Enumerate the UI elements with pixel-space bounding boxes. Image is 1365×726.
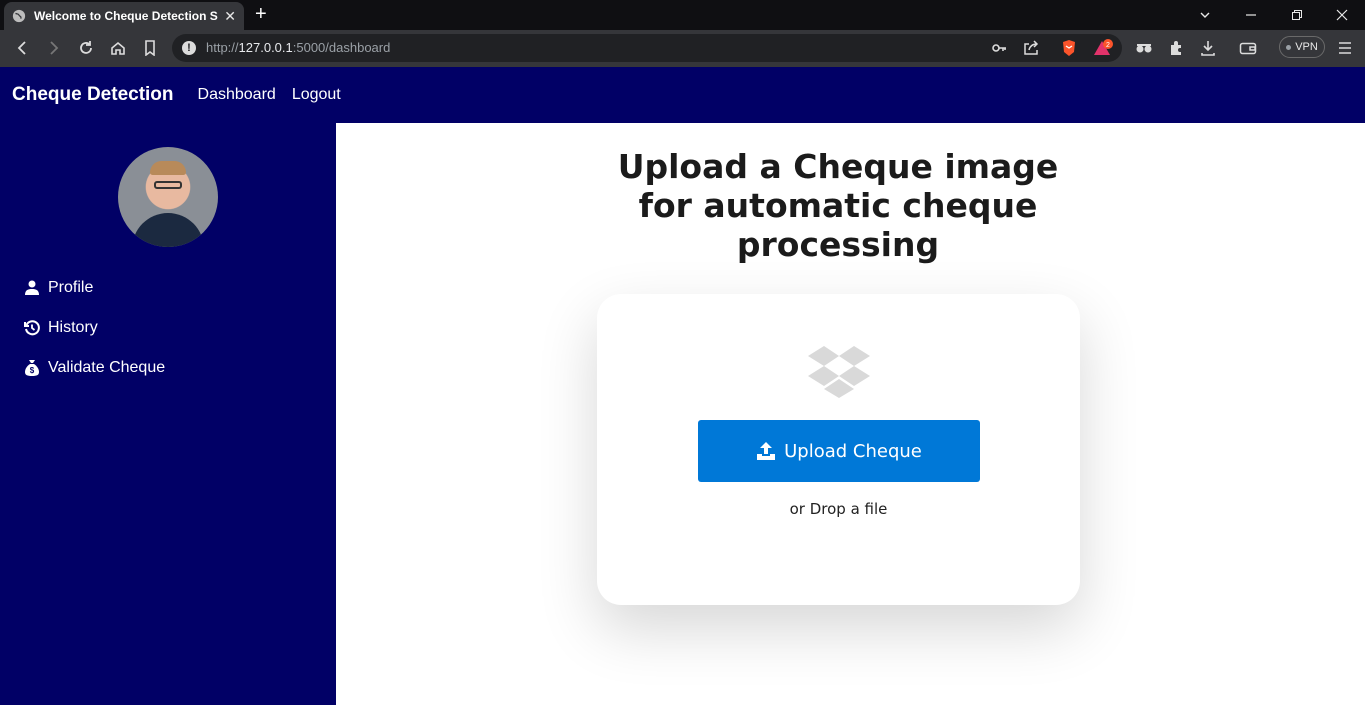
site-info-icon[interactable]: ! <box>182 41 196 55</box>
new-tab-button[interactable]: + <box>255 4 267 24</box>
sidebar-item-validate-cheque[interactable]: $ Validate Cheque <box>24 359 165 377</box>
brave-rewards-icon[interactable]: 2 <box>1093 38 1113 58</box>
extensions-icon[interactable] <box>1166 38 1186 58</box>
home-icon[interactable] <box>108 38 128 58</box>
svg-text:$: $ <box>30 366 35 375</box>
sidebar-item-label: Validate Cheque <box>48 359 166 376</box>
upload-icon <box>757 442 776 460</box>
tab-search-icon[interactable] <box>1182 0 1228 30</box>
brand-title[interactable]: Cheque Detection <box>12 84 174 106</box>
avatar <box>118 147 218 247</box>
reload-icon[interactable] <box>76 38 96 58</box>
close-tab-icon[interactable]: ✕ <box>224 8 236 25</box>
back-icon[interactable] <box>12 38 32 58</box>
nav-link-logout[interactable]: Logout <box>292 86 341 104</box>
bookmark-icon[interactable] <box>140 38 160 58</box>
upload-card[interactable]: Upload Cheque or Drop a file <box>597 294 1080 605</box>
history-icon <box>24 319 40 337</box>
upload-button-label: Upload Cheque <box>784 440 922 462</box>
share-icon[interactable] <box>1021 38 1041 58</box>
sidebar-item-label: Profile <box>48 279 94 296</box>
svg-text:2: 2 <box>1106 42 1110 49</box>
brave-shield-icon[interactable] <box>1059 38 1079 58</box>
menu-icon[interactable] <box>1335 38 1355 58</box>
upload-cheque-button[interactable]: Upload Cheque <box>698 420 980 482</box>
browser-toolbar: ! http://127.0.0.1:5000/dashboard 2 VPN <box>0 30 1365 67</box>
money-bag-icon: $ <box>24 359 40 377</box>
globe-icon <box>12 9 26 23</box>
page-title: Upload a Cheque image for automatic cheq… <box>617 147 1059 264</box>
sidebar-item-history[interactable]: History <box>24 319 98 337</box>
restore-button[interactable] <box>1274 0 1320 30</box>
sidebar-item-label: History <box>48 319 98 336</box>
app-navbar: Cheque Detection Dashboard Logout <box>0 67 1365 123</box>
wallet-icon[interactable] <box>1238 38 1258 58</box>
minimize-button[interactable] <box>1228 0 1274 30</box>
nav-link-dashboard[interactable]: Dashboard <box>198 86 276 104</box>
key-icon[interactable] <box>989 38 1009 58</box>
close-window-button[interactable] <box>1319 0 1365 30</box>
forward-icon[interactable] <box>44 38 64 58</box>
bottom-strip <box>0 705 1365 726</box>
browser-tab-bar: Welcome to Cheque Detection Sy ✕ + <box>0 0 1365 30</box>
downloads-icon[interactable] <box>1198 38 1218 58</box>
user-icon <box>24 279 40 297</box>
browser-tab[interactable]: Welcome to Cheque Detection Sy ✕ <box>4 2 244 30</box>
sidebar-item-profile[interactable]: Profile <box>24 279 93 297</box>
vpn-button[interactable]: VPN <box>1279 36 1325 58</box>
vpn-status-dot <box>1286 44 1292 50</box>
tab-title: Welcome to Cheque Detection Sy <box>34 9 219 23</box>
sidebar: Profile History $ Validate Cheque <box>0 123 336 705</box>
drop-file-text: or Drop a file <box>789 500 888 518</box>
url-text: http://127.0.0.1:5000/dashboard <box>206 40 391 55</box>
dropbox-icon <box>808 346 870 398</box>
address-bar[interactable]: ! http://127.0.0.1:5000/dashboard 2 <box>172 34 1122 62</box>
extension-spy-icon[interactable] <box>1134 38 1154 58</box>
